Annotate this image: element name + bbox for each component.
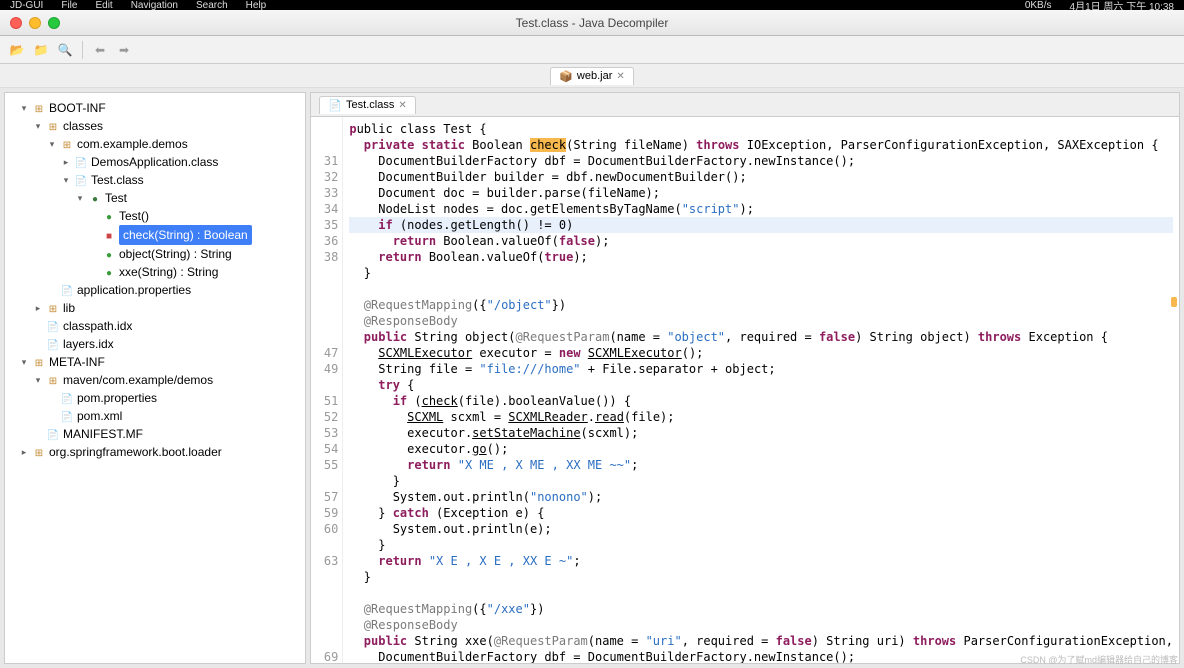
method-public-icon: ● bbox=[102, 265, 116, 279]
tree-meta-inf[interactable]: ▾⊞META-INF bbox=[19, 353, 305, 371]
folder-icon: ⊞ bbox=[46, 119, 60, 133]
file-icon: 📄 bbox=[46, 427, 60, 441]
folder-icon: ⊞ bbox=[46, 301, 60, 315]
menubar: JD-GUI File Edit Navigation Search Help … bbox=[0, 0, 1184, 10]
menu-search[interactable]: Search bbox=[196, 0, 228, 11]
folder-icon: ⊞ bbox=[32, 355, 46, 369]
editor-tabs: 📄 Test.class ✕ bbox=[310, 92, 1180, 116]
line-gutter: 31323334353638 4749 5152535455 575960 63… bbox=[311, 117, 343, 663]
menu-edit[interactable]: Edit bbox=[95, 0, 112, 11]
tree-demos-class[interactable]: ▸📄DemosApplication.class bbox=[61, 153, 305, 171]
tree-classes[interactable]: ▾⊞classes bbox=[33, 117, 305, 135]
tree-ctor[interactable]: ●Test() bbox=[89, 207, 305, 225]
net-speed: 0KB/s bbox=[1025, 0, 1052, 11]
open-file-icon[interactable]: 📂 bbox=[8, 41, 26, 59]
tree-check-method[interactable]: ■check(String) : Boolean bbox=[89, 225, 305, 245]
tree-package[interactable]: ▾⊞com.example.demos bbox=[47, 135, 305, 153]
folder-icon: ⊞ bbox=[32, 101, 46, 115]
tree-app-props[interactable]: 📄application.properties bbox=[47, 281, 305, 299]
file-icon: 📄 bbox=[60, 409, 74, 423]
close-tab-icon[interactable]: ✕ bbox=[616, 71, 624, 82]
class-file-icon: 📄 bbox=[74, 155, 88, 169]
file-icon: 📄 bbox=[46, 337, 60, 351]
tab-test-class[interactable]: 📄 Test.class ✕ bbox=[319, 96, 415, 114]
file-icon: 📄 bbox=[60, 283, 74, 297]
minimize-button[interactable] bbox=[29, 17, 41, 29]
maximize-button[interactable] bbox=[48, 17, 60, 29]
titlebar: Test.class - Java Decompiler bbox=[0, 10, 1184, 36]
tab-webjar[interactable]: 📦 web.jar ✕ bbox=[550, 67, 634, 85]
back-icon[interactable]: ⬅ bbox=[91, 41, 109, 59]
forward-icon[interactable]: ➡ bbox=[115, 41, 133, 59]
menu-file[interactable]: File bbox=[61, 0, 77, 11]
method-public-icon: ● bbox=[102, 209, 116, 223]
jar-icon: 📦 bbox=[559, 70, 573, 83]
tree-manifest[interactable]: 📄MANIFEST.MF bbox=[33, 425, 305, 443]
app-name: JD-GUI bbox=[10, 0, 43, 11]
method-public-icon: ● bbox=[102, 247, 116, 261]
tree-xxe-method[interactable]: ●xxe(String) : String bbox=[89, 263, 305, 281]
package-icon: ⊞ bbox=[60, 137, 74, 151]
tree-lib[interactable]: ▸⊞lib bbox=[33, 299, 305, 317]
menu-help[interactable]: Help bbox=[246, 0, 267, 11]
method-private-icon: ■ bbox=[102, 228, 116, 242]
scroll-marker[interactable] bbox=[1171, 297, 1177, 307]
close-tab-icon[interactable]: ✕ bbox=[398, 100, 406, 111]
toolbar: 📂 📁 🔍 ⬅ ➡ bbox=[0, 36, 1184, 64]
tree-pom-props[interactable]: 📄pom.properties bbox=[47, 389, 305, 407]
file-icon: 📄 bbox=[46, 319, 60, 333]
tree-test-type[interactable]: ▾●Test bbox=[75, 189, 305, 207]
package-explorer[interactable]: ▾⊞BOOT-INF ▾⊞classes ▾⊞com.example.demos… bbox=[4, 92, 306, 664]
tree-pom-xml[interactable]: 📄pom.xml bbox=[47, 407, 305, 425]
class-file-icon: 📄 bbox=[74, 173, 88, 187]
code-area[interactable]: public class Test { private static Boole… bbox=[343, 117, 1179, 663]
tree-object-method[interactable]: ●object(String) : String bbox=[89, 245, 305, 263]
package-icon: ⊞ bbox=[32, 445, 46, 459]
code-editor[interactable]: 31323334353638 4749 5152535455 575960 63… bbox=[310, 116, 1180, 664]
close-button[interactable] bbox=[10, 17, 22, 29]
open-type-icon[interactable]: 📁 bbox=[32, 41, 50, 59]
tree-test-class[interactable]: ▾📄Test.class bbox=[61, 171, 305, 189]
window-title: Test.class - Java Decompiler bbox=[516, 16, 669, 30]
class-icon: ● bbox=[88, 191, 102, 205]
tree-classpath-idx[interactable]: 📄classpath.idx bbox=[33, 317, 305, 335]
tree-layers-idx[interactable]: 📄layers.idx bbox=[33, 335, 305, 353]
tree-spring-loader[interactable]: ▸⊞org.springframework.boot.loader bbox=[19, 443, 305, 461]
tree-maven-pkg[interactable]: ▾⊞maven/com.example/demos bbox=[33, 371, 305, 389]
class-file-icon: 📄 bbox=[328, 99, 342, 112]
search-icon[interactable]: 🔍 bbox=[56, 41, 74, 59]
package-icon: ⊞ bbox=[46, 373, 60, 387]
menu-navigation[interactable]: Navigation bbox=[131, 0, 178, 11]
file-icon: 📄 bbox=[60, 391, 74, 405]
file-tabs: 📦 web.jar ✕ bbox=[0, 64, 1184, 88]
tree-boot-inf[interactable]: ▾⊞BOOT-INF bbox=[19, 99, 305, 117]
watermark: CSDN @为了赋md编辑器给自己的博客 bbox=[1020, 653, 1178, 666]
